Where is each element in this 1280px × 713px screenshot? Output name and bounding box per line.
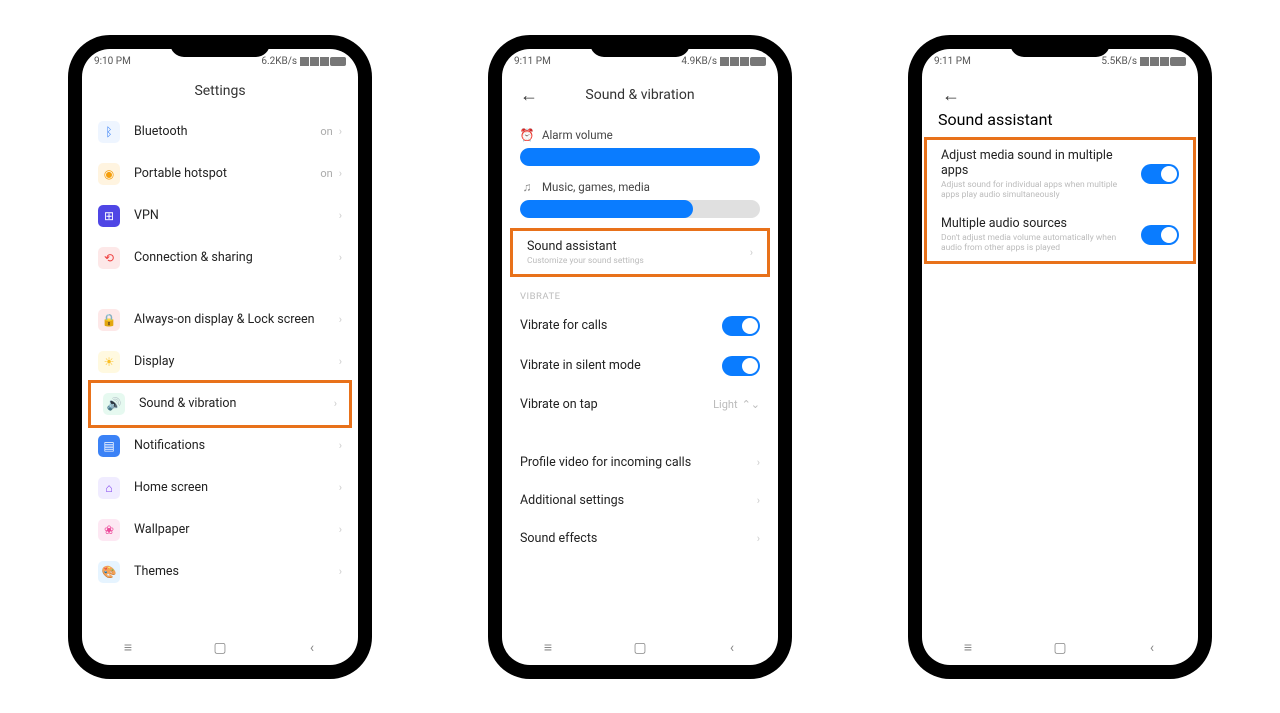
nav-home[interactable]: ▢ [211, 641, 229, 655]
nav-recents[interactable]: ≡ [119, 641, 137, 655]
row-vibrate-calls[interactable]: Vibrate for calls [506, 306, 774, 346]
nav-bar: ≡ ▢ ‹ [502, 631, 778, 665]
lock-icon: 🔒 [98, 309, 120, 331]
settings-header: Settings [82, 71, 358, 111]
updown-icon: ⌃⌄ [742, 398, 760, 411]
row-aod-lock[interactable]: 🔒 Always-on display & Lock screen › [86, 299, 354, 341]
row-profile-video[interactable]: Profile video for incoming calls › [506, 444, 774, 482]
hotspot-icon: ◉ [98, 163, 120, 185]
chevron-right-icon: › [339, 355, 342, 368]
row-connection-sharing[interactable]: ⟲ Connection & sharing › [86, 237, 354, 279]
home-icon: ⌂ [98, 477, 120, 499]
nav-home[interactable]: ▢ [631, 641, 649, 655]
row-hotspot[interactable]: ◉ Portable hotspot on › [86, 153, 354, 195]
nav-home[interactable]: ▢ [1051, 641, 1069, 655]
display-icon: ☀ [98, 351, 120, 373]
back-arrow-icon[interactable]: ← [938, 81, 964, 110]
row-home-screen[interactable]: ⌂ Home screen › [86, 467, 354, 509]
status-time: 9:11 PM [514, 56, 551, 67]
nav-back[interactable]: ‹ [1143, 641, 1161, 655]
chevron-right-icon: › [339, 523, 342, 536]
phone-mockup-assistant: 9:11 PM 5.5KB/s ← Sound assistant Adjust… [910, 37, 1210, 677]
chevron-right-icon: › [339, 481, 342, 494]
row-vibrate-silent[interactable]: Vibrate in silent mode [506, 346, 774, 386]
nav-back[interactable]: ‹ [303, 641, 321, 655]
chevron-right-icon: › [757, 532, 760, 545]
row-vpn[interactable]: ⊞ VPN › [86, 195, 354, 237]
sound-icon: 🔊 [103, 393, 125, 415]
music-icon: ♫ [520, 180, 534, 194]
row-additional-settings[interactable]: Additional settings › [506, 482, 774, 520]
nav-back[interactable]: ‹ [723, 641, 741, 655]
sound-header: ← Sound & vibration [502, 71, 778, 120]
assistant-header: ← Sound assistant [922, 71, 1198, 137]
row-display[interactable]: ☀ Display › [86, 341, 354, 383]
row-bluetooth[interactable]: ᛒ Bluetooth on › [86, 111, 354, 153]
status-icons [720, 57, 766, 66]
status-icons [1140, 57, 1186, 66]
alarm-icon: ⏰ [520, 128, 534, 142]
notifications-icon: ▤ [98, 435, 120, 457]
page-title: Sound assistant [938, 110, 1053, 129]
chevron-right-icon: › [339, 125, 342, 138]
phone-mockup-sound: 9:11 PM 4.9KB/s ← Sound & vibration ⏰ Al… [490, 37, 790, 677]
chevron-right-icon: › [334, 397, 337, 410]
nav-recents[interactable]: ≡ [539, 641, 557, 655]
media-slider-track[interactable] [520, 200, 760, 218]
section-vibrate: VIBRATE [506, 277, 774, 306]
themes-icon: 🎨 [98, 561, 120, 583]
row-vibrate-tap[interactable]: Vibrate on tap Light ⌃⌄ [506, 386, 774, 424]
alarm-slider-track[interactable] [520, 148, 760, 166]
chevron-right-icon: › [339, 209, 342, 222]
slider-media[interactable]: ♫ Music, games, media [506, 172, 774, 224]
chevron-right-icon: › [757, 494, 760, 507]
vpn-icon: ⊞ [98, 205, 120, 227]
settings-contents: ᛒ Bluetooth on › ◉ Portable hotspot on ›… [82, 111, 358, 631]
nav-bar: ≡ ▢ ‹ [922, 631, 1198, 665]
chevron-right-icon: › [750, 246, 753, 259]
toggle-multiple-audio[interactable] [1141, 225, 1179, 245]
row-adjust-media[interactable]: Adjust media sound in multiple apps Adju… [927, 140, 1193, 208]
share-icon: ⟲ [98, 247, 120, 269]
row-themes[interactable]: 🎨 Themes › [86, 551, 354, 593]
chevron-right-icon: › [757, 456, 760, 469]
status-bar: 9:10 PM 6.2KB/s [82, 49, 358, 71]
phone-mockup-settings: 9:10 PM 6.2KB/s Settings ᛒ Bluetooth on … [70, 37, 370, 677]
alarm-slider-fill [520, 148, 760, 166]
status-bar: 9:11 PM 4.9KB/s [502, 49, 778, 71]
nav-bar: ≡ ▢ ‹ [82, 631, 358, 665]
chevron-right-icon: › [339, 313, 342, 326]
row-sound-vibration[interactable]: 🔊 Sound & vibration › [88, 380, 352, 428]
bluetooth-icon: ᛒ [98, 121, 120, 143]
toggle-vibrate-calls[interactable] [722, 316, 760, 336]
status-time: 9:10 PM [94, 56, 131, 67]
row-sound-assistant[interactable]: Sound assistant Customize your sound set… [513, 231, 767, 274]
page-title: Settings [82, 83, 358, 99]
status-net: 4.9KB/s [681, 56, 717, 67]
status-net: 6.2KB/s [261, 56, 297, 67]
row-multiple-audio[interactable]: Multiple audio sources Don't adjust medi… [927, 208, 1193, 261]
status-bar: 9:11 PM 5.5KB/s [922, 49, 1198, 71]
status-icons [300, 57, 346, 66]
chevron-right-icon: › [339, 439, 342, 452]
row-sound-effects[interactable]: Sound effects › [506, 520, 774, 558]
status-net: 5.5KB/s [1101, 56, 1137, 67]
media-slider-fill [520, 200, 693, 218]
row-wallpaper[interactable]: ❀ Wallpaper › [86, 509, 354, 551]
nav-recents[interactable]: ≡ [959, 641, 977, 655]
chevron-right-icon: › [339, 167, 342, 180]
slider-alarm[interactable]: ⏰ Alarm volume [506, 120, 774, 172]
chevron-right-icon: › [339, 251, 342, 264]
vibrate-tap-value: Light [713, 398, 737, 411]
wallpaper-icon: ❀ [98, 519, 120, 541]
row-notifications[interactable]: ▤ Notifications › [86, 425, 354, 467]
page-title: Sound & vibration [502, 87, 778, 103]
chevron-right-icon: › [339, 565, 342, 578]
status-time: 9:11 PM [934, 56, 971, 67]
toggle-adjust-media[interactable] [1141, 164, 1179, 184]
toggle-vibrate-silent[interactable] [722, 356, 760, 376]
